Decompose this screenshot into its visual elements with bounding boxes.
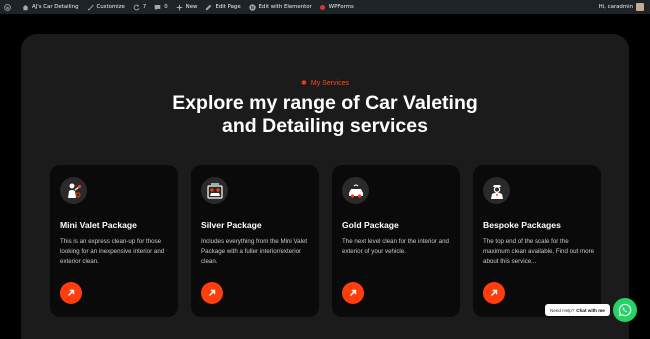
chauffeur-icon bbox=[483, 177, 510, 204]
customize-label: Customize bbox=[96, 4, 125, 10]
section-headline: Explore my range of Car Valeting and Det… bbox=[0, 92, 650, 138]
comments-count: 0 bbox=[164, 4, 168, 10]
service-card-gold[interactable]: Gold Package The next level clean for th… bbox=[332, 165, 460, 317]
card-arrow-button[interactable] bbox=[60, 282, 82, 304]
home-icon bbox=[22, 4, 29, 11]
customize-link[interactable]: Customize bbox=[83, 0, 129, 14]
wordpress-icon bbox=[4, 3, 11, 11]
comments-link[interactable]: 0 bbox=[150, 0, 171, 14]
new-content-menu[interactable]: New bbox=[172, 0, 202, 14]
arrow-up-right-icon bbox=[350, 289, 357, 296]
site-name: AJ's Car Detailing bbox=[32, 4, 79, 10]
edit-elementor-link[interactable]: Edit with Elementor bbox=[245, 0, 316, 14]
service-card-bespoke[interactable]: Bespoke Packages The top end of the scal… bbox=[473, 165, 601, 317]
avatar bbox=[636, 3, 644, 11]
card-arrow-button[interactable] bbox=[483, 282, 505, 304]
service-card-silver[interactable]: Silver Package Includes everything from … bbox=[191, 165, 319, 317]
refresh-icon bbox=[133, 4, 140, 11]
section-eyebrow: ✱ My Services bbox=[0, 79, 650, 87]
updates-count: 7 bbox=[142, 4, 147, 10]
elementor-icon bbox=[248, 3, 256, 11]
edit-elementor-label: Edit with Elementor bbox=[258, 4, 312, 10]
card-arrow-button[interactable] bbox=[201, 282, 223, 304]
comment-icon bbox=[154, 4, 161, 11]
card-title: Silver Package bbox=[201, 220, 262, 230]
arrow-up-right-icon bbox=[491, 289, 498, 296]
admin-bar: AJ's Car Detailing Customize 7 0 New Edi… bbox=[0, 0, 650, 14]
card-description: The next level clean for the interior an… bbox=[342, 238, 449, 256]
wpforms-menu[interactable]: WPForms bbox=[316, 0, 358, 14]
card-arrow-button[interactable] bbox=[342, 282, 364, 304]
chat-cta: Chat with me bbox=[576, 307, 605, 313]
brush-icon bbox=[87, 4, 94, 11]
plus-icon bbox=[176, 4, 183, 11]
new-label: New bbox=[185, 4, 198, 10]
notification-dot-icon bbox=[319, 4, 325, 10]
chat-need-help: Need Help? bbox=[550, 307, 575, 313]
car-wash-icon bbox=[201, 177, 228, 204]
greeting: Hi, caradmin bbox=[598, 4, 633, 10]
whatsapp-chat-button[interactable] bbox=[613, 298, 637, 322]
arrow-up-right-icon bbox=[209, 289, 216, 296]
asterisk-icon: ✱ bbox=[301, 80, 307, 87]
card-description: Includes everything from the Mini Valet … bbox=[201, 238, 308, 266]
wpforms-label: WPForms bbox=[328, 4, 354, 10]
service-card-mini-valet[interactable]: Mini Valet Package This is an express cl… bbox=[50, 165, 178, 317]
pencil-icon bbox=[205, 4, 212, 11]
arrow-up-right-icon bbox=[68, 289, 75, 296]
edit-page-link[interactable]: Edit Page bbox=[201, 0, 244, 14]
card-title: Mini Valet Package bbox=[60, 220, 137, 230]
car-icon bbox=[342, 177, 369, 204]
account-menu[interactable]: Hi, caradmin bbox=[595, 0, 650, 14]
chat-prompt[interactable]: Need Help? Chat with me bbox=[545, 304, 610, 316]
card-title: Bespoke Packages bbox=[483, 220, 561, 230]
whatsapp-icon bbox=[618, 303, 632, 317]
headline-line-1: Explore my range of Car Valeting bbox=[172, 92, 478, 114]
card-description: This is an express clean-up for those lo… bbox=[60, 238, 165, 266]
eyebrow-text: My Services bbox=[310, 80, 349, 87]
edit-page-label: Edit Page bbox=[215, 4, 241, 10]
person-cleaning-icon bbox=[60, 177, 87, 204]
card-description: The top end of the scale for the maximum… bbox=[483, 238, 595, 266]
headline-line-2: and Detailing services bbox=[222, 115, 428, 137]
updates-link[interactable]: 7 bbox=[129, 0, 150, 14]
wp-logo-menu[interactable] bbox=[0, 0, 18, 14]
site-name-menu[interactable]: AJ's Car Detailing bbox=[18, 0, 83, 14]
card-title: Gold Package bbox=[342, 220, 399, 230]
